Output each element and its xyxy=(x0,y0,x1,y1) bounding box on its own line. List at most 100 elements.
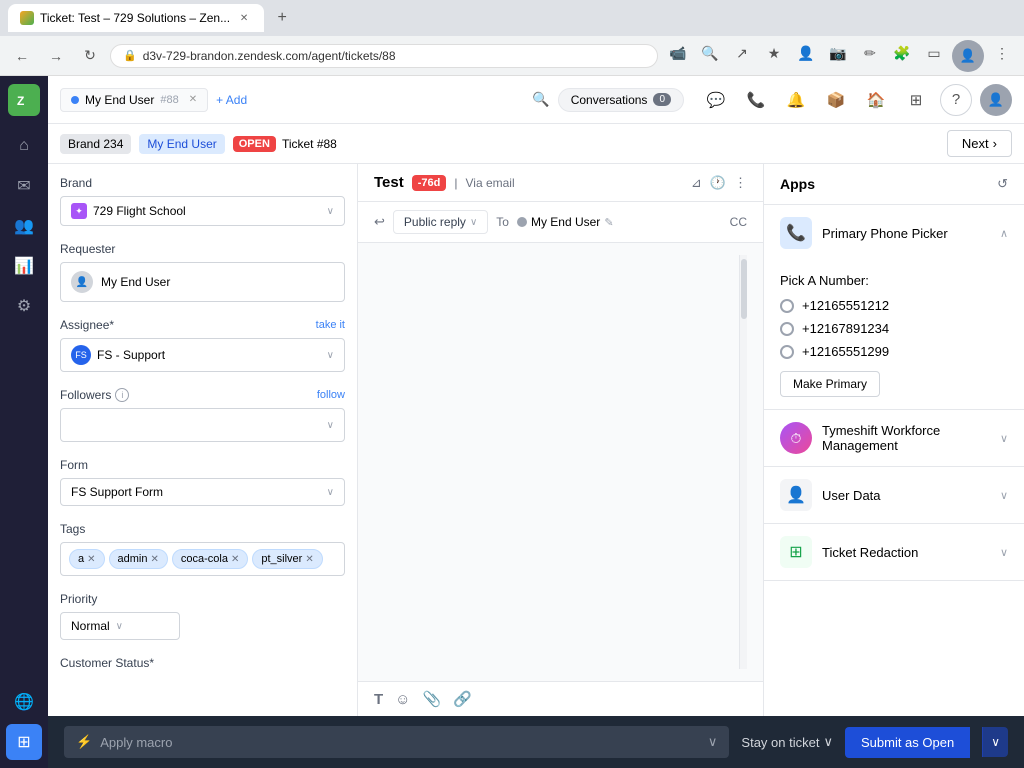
sidebar-icon[interactable]: ▭ xyxy=(920,40,948,68)
to-user-name: My End User xyxy=(531,215,600,229)
user-data-header[interactable]: 👤 User Data ∨ xyxy=(764,467,1024,523)
conversations-button[interactable]: Conversations 0 xyxy=(558,88,684,112)
brand-chip[interactable]: Brand 234 xyxy=(60,134,131,154)
make-primary-button[interactable]: Make Primary xyxy=(780,371,880,397)
followers-input[interactable]: ∨ xyxy=(60,408,345,442)
requester-input[interactable]: 👤 My End User xyxy=(60,262,345,302)
menu-icon[interactable]: ⋮ xyxy=(988,40,1016,68)
phone-option-1[interactable]: +12165551212 xyxy=(780,298,1008,313)
sidebar-item-globe[interactable]: 🌐 xyxy=(6,684,42,720)
emoji-icon[interactable]: ☺ xyxy=(395,691,410,708)
tymeshift-header[interactable]: ⏱ Tymeshift Workforce Management ∨ xyxy=(764,410,1024,466)
more-icon[interactable]: ⋮ xyxy=(734,175,747,191)
phone-radio-2[interactable] xyxy=(780,322,794,336)
age-badge: -76d xyxy=(412,175,447,191)
logo: Z xyxy=(8,84,40,116)
bookmark-icon[interactable]: ★ xyxy=(760,40,788,68)
remove-tag-admin[interactable]: ✕ xyxy=(150,554,158,565)
ticket-header: Test -76d | Via email ⊿ 🕐 ⋮ xyxy=(358,164,763,202)
bold-icon[interactable]: T xyxy=(374,691,383,708)
search-button[interactable]: 🔍 xyxy=(532,91,549,108)
remove-tag-coca-cola[interactable]: ✕ xyxy=(231,554,239,565)
assignee-select[interactable]: FS FS - Support ∨ xyxy=(60,338,345,372)
via-label: | xyxy=(454,176,457,190)
macro-input[interactable]: ⚡ Apply macro ∨ xyxy=(64,726,729,758)
link-icon[interactable]: 🔗 xyxy=(453,690,472,708)
refresh-button[interactable]: ↻ xyxy=(76,42,104,70)
grid-icon[interactable]: ⊞ xyxy=(900,84,932,116)
cast-icon[interactable]: 📹 xyxy=(664,40,692,68)
reply-type-button[interactable]: Public reply ∨ xyxy=(393,210,488,234)
phone-picker-header[interactable]: 📞 Primary Phone Picker ∧ xyxy=(764,205,1024,261)
phone-option-3[interactable]: +12165551299 xyxy=(780,344,1008,359)
reply-chevron-icon: ∨ xyxy=(470,217,477,228)
cc-button[interactable]: CC xyxy=(730,215,747,229)
assignee-field-group: Assignee* take it FS FS - Support ∨ xyxy=(60,318,345,372)
next-button[interactable]: Next › xyxy=(947,130,1012,157)
sidebar-item-apps[interactable]: ⊞ xyxy=(6,724,42,760)
filter-icon[interactable]: ⊿ xyxy=(691,175,702,191)
share-icon[interactable]: ↗ xyxy=(728,40,756,68)
zoom-icon[interactable]: 🔍 xyxy=(696,40,724,68)
assignee-chevron-icon: ∨ xyxy=(327,350,334,361)
camera-icon[interactable]: 📷 xyxy=(824,40,852,68)
sidebar-item-email[interactable]: ✉ xyxy=(6,168,42,204)
take-it-link[interactable]: take it xyxy=(316,319,345,331)
tags-input[interactable]: a ✕ admin ✕ coca-cola ✕ pt_silver ✕ xyxy=(60,542,345,576)
brand-chevron-icon: ∨ xyxy=(327,206,334,217)
history-icon[interactable]: 🕐 xyxy=(710,175,726,191)
phone-picker-content: Pick A Number: +12165551212 +12167891234 xyxy=(764,261,1024,409)
submit-button[interactable]: Submit as Open xyxy=(845,727,970,758)
pen-icon[interactable]: ✏ xyxy=(856,40,884,68)
remove-tag-pt-silver[interactable]: ✕ xyxy=(305,554,313,565)
user-chip[interactable]: My End User xyxy=(139,134,224,154)
to-user-field[interactable]: My End User ✎ xyxy=(517,215,614,229)
submit-dropdown-button[interactable]: ∨ xyxy=(982,727,1008,757)
priority-chevron-icon: ∨ xyxy=(116,621,123,632)
refresh-icon[interactable]: ↺ xyxy=(997,176,1008,192)
priority-select[interactable]: Normal ∨ xyxy=(60,612,180,640)
form-select[interactable]: FS Support Form ∨ xyxy=(60,478,345,506)
browser-avatar[interactable]: 👤 xyxy=(952,40,984,72)
phone-radio-1[interactable] xyxy=(780,299,794,313)
phone-radio-3[interactable] xyxy=(780,345,794,359)
sidebar-item-home[interactable]: ⌂ xyxy=(6,128,42,164)
ticket-tab-close[interactable]: ✕ xyxy=(189,94,197,105)
ticket-redaction-header[interactable]: ⊞ Ticket Redaction ∨ xyxy=(764,524,1024,580)
tab-close-button[interactable]: ✕ xyxy=(236,10,252,26)
reply-scrollbar[interactable] xyxy=(739,255,747,669)
forward-button[interactable]: → xyxy=(42,42,70,70)
tab-title: Ticket: Test – 729 Solutions – Zen... xyxy=(40,11,230,25)
sidebar-item-users[interactable]: 👥 xyxy=(6,208,42,244)
sidebar-item-reports[interactable]: 📊 xyxy=(6,248,42,284)
customer-status-field-group: Customer Status* xyxy=(60,656,345,670)
chat-icon[interactable]: 💬 xyxy=(700,84,732,116)
brand-select[interactable]: ✦ 729 Flight School ∨ xyxy=(60,196,345,226)
followers-info-icon[interactable]: i xyxy=(115,388,129,402)
back-button[interactable]: ← xyxy=(8,42,36,70)
ticket-tab[interactable]: My End User #88 ✕ xyxy=(60,88,208,112)
follow-link[interactable]: follow xyxy=(317,389,345,401)
stay-on-ticket-button[interactable]: Stay on ticket ∨ xyxy=(741,734,833,750)
reply-text-area[interactable] xyxy=(374,255,739,669)
phone-option-2[interactable]: +12167891234 xyxy=(780,321,1008,336)
remove-tag-a[interactable]: ✕ xyxy=(87,554,95,565)
profile-icon[interactable]: 👤 xyxy=(792,40,820,68)
attach-icon[interactable]: 📎 xyxy=(423,690,442,708)
conversations-badge: 0 xyxy=(653,93,671,106)
sidebar-item-settings[interactable]: ⚙ xyxy=(6,288,42,324)
box-icon[interactable]: 📦 xyxy=(820,84,852,116)
edit-to-icon[interactable]: ✎ xyxy=(604,216,613,229)
add-button[interactable]: + Add xyxy=(216,93,247,107)
extension-icon[interactable]: 🧩 xyxy=(888,40,916,68)
browser-nav: ← → ↻ 🔒 d3v-729-brandon.zendesk.com/agen… xyxy=(0,36,1024,76)
org-icon[interactable]: 🏠 xyxy=(860,84,892,116)
browser-tab[interactable]: Ticket: Test – 729 Solutions – Zen... ✕ xyxy=(8,4,264,32)
reply-area[interactable] xyxy=(358,243,763,681)
bell-icon[interactable]: 🔔 xyxy=(780,84,812,116)
phone-icon[interactable]: 📞 xyxy=(740,84,772,116)
new-tab-button[interactable]: + xyxy=(270,6,294,30)
user-avatar[interactable]: 👤 xyxy=(980,84,1012,116)
help-icon[interactable]: ? xyxy=(940,84,972,116)
address-bar[interactable]: 🔒 d3v-729-brandon.zendesk.com/agent/tick… xyxy=(110,44,658,68)
